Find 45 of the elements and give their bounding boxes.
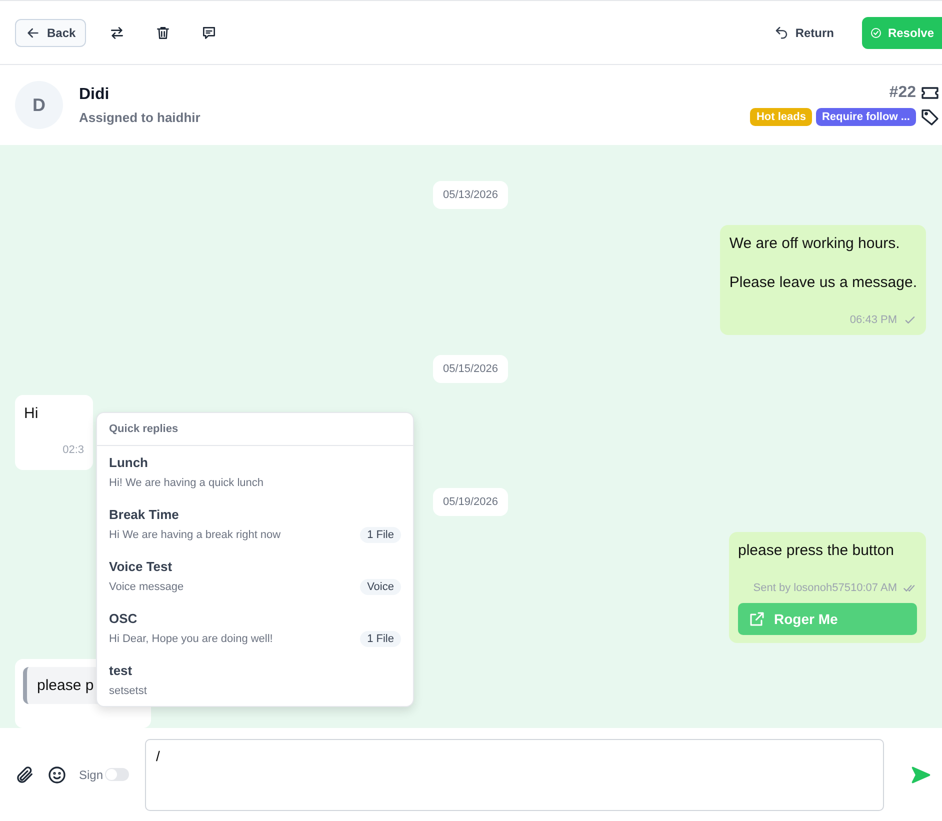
sender-text: Sent by losonoh57510:07 AM bbox=[753, 582, 897, 594]
message-text: We are off working hours. bbox=[729, 235, 900, 252]
reply-text: Voice message bbox=[109, 581, 184, 593]
tag-label: Require follow ... bbox=[816, 108, 916, 126]
menu-title: Quick replies bbox=[97, 413, 413, 446]
avatar: D bbox=[15, 81, 63, 129]
reply-name: Break Time bbox=[109, 507, 180, 522]
external-link-icon bbox=[748, 610, 766, 628]
paperclip-icon[interactable] bbox=[15, 764, 35, 784]
attachment-badge: Voice bbox=[360, 579, 401, 595]
return-button[interactable]: Return bbox=[768, 24, 840, 41]
quick-reply-item[interactable]: Break Time Hi We are having a break right now 1 File bbox=[97, 498, 413, 550]
message-time: 06:43 PM bbox=[850, 314, 897, 326]
tag-label: Hot leads bbox=[750, 108, 812, 126]
reply-text: Hi Dear, Hope you are doing well! bbox=[109, 633, 273, 645]
comment-icon[interactable] bbox=[200, 24, 217, 40]
reply-name: Lunch bbox=[109, 455, 149, 470]
back-button[interactable]: Back bbox=[15, 18, 86, 46]
quick-reply-item[interactable]: Voice Test Voice message Voice bbox=[97, 550, 413, 602]
sign-label: Sign bbox=[79, 768, 104, 782]
message-text: please press the button bbox=[738, 542, 894, 559]
date-label: 05/19/2026 bbox=[432, 488, 508, 516]
message-text: Hi bbox=[24, 405, 38, 422]
reply-text: Hi! We are having a quick lunch bbox=[109, 477, 264, 489]
sign-toggle[interactable] bbox=[105, 768, 130, 781]
smiley-icon[interactable] bbox=[47, 764, 67, 784]
tag-icon[interactable] bbox=[920, 107, 940, 127]
assigned-text: Assigned to haidhir bbox=[79, 110, 202, 124]
message-time: 02:3 bbox=[62, 444, 84, 456]
message-text: Please leave us a message. bbox=[729, 274, 917, 291]
message-input[interactable]: / bbox=[145, 738, 884, 810]
ticket-number: #22 bbox=[889, 84, 916, 102]
date-label: 05/13/2026 bbox=[432, 181, 508, 209]
undo-arrow-icon bbox=[774, 25, 790, 40]
contact-name: Didi bbox=[79, 86, 110, 104]
reply-text: Hi We are having a break right now bbox=[109, 529, 281, 541]
attachment-badge: 1 File bbox=[360, 527, 401, 543]
reply-name: OSC bbox=[109, 611, 138, 626]
quick-reply-item[interactable]: Lunch Hi! We are having a quick lunch bbox=[97, 446, 413, 498]
date-label: 05/15/2026 bbox=[432, 355, 508, 383]
attachment-badge: 1 File bbox=[360, 631, 401, 647]
quick-reply-item[interactable]: OSC Hi Dear, Hope you are doing well! 1 File bbox=[97, 602, 413, 654]
swap-arrows-icon[interactable] bbox=[108, 24, 125, 40]
trash-icon[interactable] bbox=[154, 24, 171, 40]
reply-name: Voice Test bbox=[109, 559, 174, 574]
